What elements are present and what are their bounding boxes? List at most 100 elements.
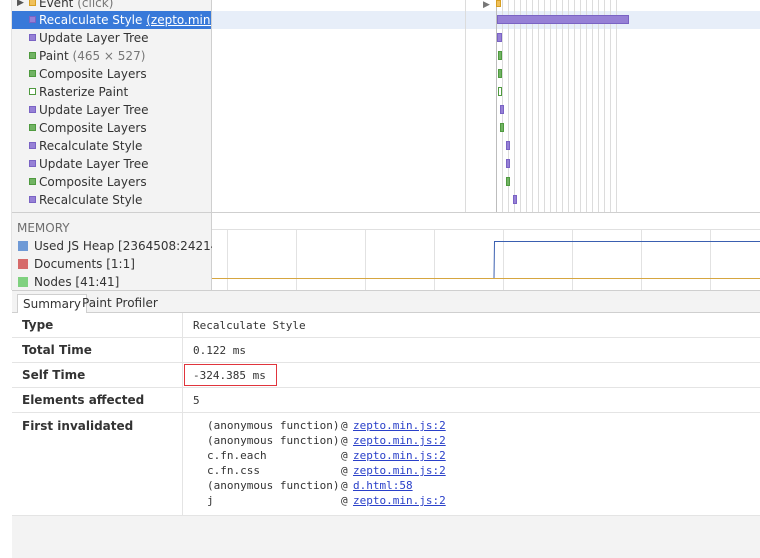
nodes-checkbox[interactable] <box>18 277 28 287</box>
stack-source-link[interactable]: zepto.min.js:2 <box>353 419 446 432</box>
documents-label: Documents [1:1] <box>34 257 135 271</box>
stack-source-link[interactable]: zepto.min.js:2 <box>353 464 446 477</box>
stack-at: @ <box>341 434 348 447</box>
record-name: Recalculate Style <box>39 193 143 207</box>
painting-category-icon <box>29 88 36 95</box>
time-gridline <box>574 0 575 212</box>
event-flag-icon: ▶ <box>483 0 490 10</box>
stack-function-name: j <box>207 494 214 507</box>
record-name: Update Layer Tree <box>39 31 149 45</box>
record-name: Composite Layers <box>39 175 147 189</box>
record-row[interactable]: Recalculate Style <box>12 191 211 209</box>
composite-layers-bar[interactable] <box>500 123 504 132</box>
composite-layers-bar[interactable] <box>498 69 502 78</box>
record-name: Update Layer Tree <box>39 103 149 117</box>
time-gridline <box>580 0 581 212</box>
stack-frame: (anonymous function) @ zepto.min.js:2 <box>207 419 446 432</box>
time-gridline <box>526 0 527 212</box>
stack-at: @ <box>341 464 348 477</box>
timeline-flame-area[interactable]: ▶ <box>212 0 760 212</box>
memory-counter-js-heap[interactable]: Used JS Heap [2364508:2421480] <box>12 237 238 255</box>
time-gridline <box>562 0 563 212</box>
memory-counter-documents[interactable]: Documents [1:1] <box>12 255 212 273</box>
recalculate-style-bar[interactable] <box>513 195 517 204</box>
stack-source-link[interactable]: zepto.min.js:2 <box>353 449 446 462</box>
summary-panel: Type Recalculate Style Total Time 0.122 … <box>12 313 760 515</box>
record-row[interactable]: Rasterize Paint <box>12 83 211 101</box>
summary-value: 0.122 ms <box>193 344 246 357</box>
memory-header-strip <box>212 212 760 230</box>
stack-source-link[interactable]: d.html:58 <box>353 479 413 492</box>
update-layer-tree-bar[interactable] <box>497 33 502 42</box>
stack-frame: c.fn.css @ zepto.min.js:2 <box>207 464 446 477</box>
painting-category-icon <box>29 124 36 131</box>
record-row[interactable]: Update Layer Tree <box>12 29 211 47</box>
record-details-link[interactable]: (zepto.min.j... <box>146 13 211 27</box>
record-row[interactable]: Composite Layers <box>12 173 211 191</box>
stack-source-link[interactable]: zepto.min.js:2 <box>353 434 446 447</box>
record-row[interactable]: Paint (465 × 527) <box>12 47 211 65</box>
time-gridline <box>532 0 533 212</box>
painting-category-icon <box>29 70 36 77</box>
summary-row-elements-affected: Elements affected 5 <box>12 388 760 413</box>
summary-key: Total Time <box>12 338 183 362</box>
rendering-category-icon <box>29 106 36 113</box>
time-gridline <box>604 0 605 212</box>
summary-value: 5 <box>193 394 200 407</box>
memory-graph <box>212 230 760 290</box>
record-row[interactable]: Composite Layers <box>12 119 211 137</box>
paint-bar[interactable] <box>498 51 502 60</box>
time-gridline <box>520 0 521 212</box>
summary-key: Type <box>12 313 183 337</box>
stack-at: @ <box>341 479 348 492</box>
rasterize-paint-bar[interactable] <box>498 87 502 96</box>
update-layer-tree-bar[interactable] <box>506 159 510 168</box>
stack-frame: j @ zepto.min.js:2 <box>207 494 446 507</box>
record-row[interactable]: Update Layer Tree <box>12 101 211 119</box>
stack-function-name: c.fn.css <box>207 464 260 477</box>
js-heap-label: Used JS Heap [2364508:2421480] <box>34 239 239 253</box>
record-row[interactable]: Update Layer Tree <box>12 155 211 173</box>
composite-layers-bar[interactable] <box>506 177 510 186</box>
memory-graph-lines <box>212 241 760 279</box>
memory-counters-panel: MEMORY Used JS Heap [2364508:2421480] Do… <box>12 212 238 291</box>
stack-source-link[interactable]: zepto.min.js:2 <box>353 494 446 507</box>
rendering-category-icon <box>29 196 36 203</box>
record-row[interactable]: Recalculate Style <box>12 137 211 155</box>
summary-key: Self Time <box>12 363 183 387</box>
event-bar[interactable] <box>496 0 501 7</box>
painting-category-icon <box>29 178 36 185</box>
record-row[interactable]: Composite Layers <box>12 65 211 83</box>
update-layer-tree-bar[interactable] <box>500 105 504 114</box>
time-gridline <box>586 0 587 212</box>
tab-paint-profiler[interactable]: Paint Profiler <box>77 294 163 314</box>
time-gridline <box>598 0 599 212</box>
documents-checkbox[interactable] <box>18 259 28 269</box>
record-name: Composite Layers <box>39 121 147 135</box>
js-heap-line <box>493 241 760 279</box>
recalculate-style-bar[interactable] <box>506 141 510 150</box>
stack-function-name: (anonymous function) <box>207 419 340 432</box>
stack-at: @ <box>341 449 348 462</box>
record-name: Paint <box>39 49 69 63</box>
time-gridline <box>496 0 497 212</box>
summary-value: Recalculate Style <box>193 319 306 332</box>
record-name: Update Layer Tree <box>39 157 149 171</box>
time-gridline <box>538 0 539 212</box>
time-gridline <box>465 0 466 212</box>
recalculate-style-bar[interactable] <box>497 15 629 24</box>
painting-category-icon <box>29 52 36 59</box>
summary-key: Elements affected <box>12 388 183 412</box>
time-gridline <box>616 0 617 212</box>
rendering-category-icon <box>29 142 36 149</box>
time-gridline <box>556 0 557 212</box>
memory-counter-nodes[interactable]: Nodes [41:41] <box>12 273 212 291</box>
js-heap-checkbox[interactable] <box>18 241 28 251</box>
summary-key: First invalidated <box>12 413 183 515</box>
self-time-annotation-box <box>184 364 277 386</box>
event-category-icon <box>29 0 36 6</box>
rendering-category-icon <box>29 34 36 41</box>
stack-at: @ <box>341 419 348 432</box>
stack-frame: (anonymous function) @ zepto.min.js:2 <box>207 434 446 447</box>
record-row-recalculate-style-selected[interactable]: Recalculate Style (zepto.min.j... <box>12 11 211 29</box>
